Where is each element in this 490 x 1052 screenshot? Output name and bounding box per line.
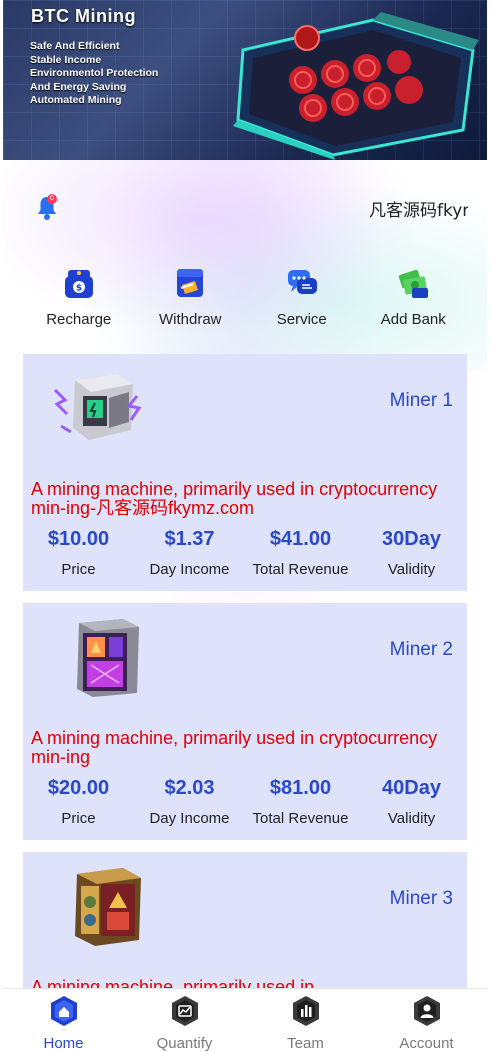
action-service[interactable]: Service [246,266,358,328]
action-label: Recharge [46,311,112,328]
stat-total-revenue: $81.00 Total Revenue [245,777,356,827]
price-value: $10.00 [47,528,110,550]
stat-price: $10.00 Price [23,528,134,578]
total-revenue-value: $41.00 [269,528,332,550]
miner-product-image [53,374,142,440]
banner-features: Safe And Efficient Stable Income Environ… [30,40,158,108]
stat-day-income: $2.03 Day Income [134,777,245,827]
day-income-value: $2.03 [164,777,215,799]
tab-team[interactable]: Team [245,989,366,1052]
service-icon [287,270,317,294]
product-name: Miner 1 [389,390,453,411]
stat-price: $20.00 Price [23,777,134,827]
withdraw-icon [177,269,204,297]
marquee-text: 凡客源码fkymz.com [369,201,468,221]
action-label: Add Bank [380,311,446,328]
quantify-icon [171,996,198,1026]
tab-label: Team [287,1035,324,1052]
action-label: Withdraw [158,311,222,328]
app-screen: BTC Mining Safe And Efficient Stable Inc… [3,0,487,1052]
quick-actions: $ Recharge Withdraw Service Add Bank [23,266,470,328]
tab-label: Quantify [156,1035,213,1052]
action-add-bank[interactable]: Add Bank [358,266,470,328]
product-name: Miner 2 [389,639,453,660]
banner-feature: Automated Mining [30,94,122,106]
home-icon [50,996,77,1026]
day-income-label: Day Income [149,810,230,827]
stat-validity: 30Day Validity [356,528,467,578]
total-revenue-label: Total Revenue [252,810,349,827]
add-bank-icon [399,269,429,298]
account-icon [413,996,440,1026]
banner-feature: Environmentol Protection [30,67,159,79]
validity-label: Validity [387,810,436,827]
team-icon [292,996,319,1026]
tab-label: Account [399,1035,454,1052]
stat-day-income: $1.37 Day Income [134,528,245,578]
day-income-value: $1.37 [164,528,215,550]
mining-rig-illustration [233,12,479,160]
action-label: Service [276,311,327,328]
banner-feature: Stable Income [30,53,102,66]
notice-bar[interactable]: 0 凡客源码fkymz.com [3,186,487,228]
price-value: $20.00 [47,777,110,799]
notification-badge: 0 [47,194,57,204]
banner-title: BTC Mining [31,6,136,26]
product-description: A mining machine, primarily used in cryp… [31,479,438,518]
product-name: Miner 3 [389,888,453,909]
stat-total-revenue: $41.00 Total Revenue [245,528,356,578]
total-revenue-label: Total Revenue [252,561,349,578]
product-stats: $10.00 Price $1.37 Day Income $41.00 Tot… [23,528,467,578]
miner-product-image [75,868,141,946]
product-stats: $20.00 Price $2.03 Day Income $81.00 Tot… [23,777,467,827]
total-revenue-value: $81.00 [269,777,332,799]
stat-validity: 40Day Validity [356,777,467,827]
miner-product-image [77,619,139,697]
banner-feature: Safe And Efficient [30,40,120,52]
marquee-window: 凡客源码fkymz.com [73,186,468,228]
action-withdraw[interactable]: Withdraw [135,266,247,328]
banner-feature: And Energy Saving [30,80,127,93]
bottom-nav: Home Quantify Team Account [3,988,487,1052]
product-card[interactable]: Miner 2 A mining machine, primarily used… [23,603,467,840]
svg-text:$: $ [76,284,82,294]
validity-label: Validity [387,561,436,578]
tab-account[interactable]: Account [366,989,487,1052]
tab-label: Home [43,1035,84,1052]
background-glow [3,150,487,370]
validity-value: 30Day [382,528,441,550]
tab-home[interactable]: Home [3,989,124,1052]
price-label: Price [61,561,96,578]
product-description: A mining machine, primarily used in cryp… [31,728,438,767]
validity-value: 40Day [382,777,441,799]
action-recharge[interactable]: $ Recharge [23,266,135,328]
day-income-label: Day Income [149,561,230,578]
recharge-icon: $ [64,270,93,298]
hero-banner[interactable]: BTC Mining Safe And Efficient Stable Inc… [3,0,487,160]
tab-quantify[interactable]: Quantify [124,989,245,1052]
price-label: Price [61,810,96,827]
product-card[interactable]: Miner 1 A mining machine, primarily used… [23,354,467,591]
